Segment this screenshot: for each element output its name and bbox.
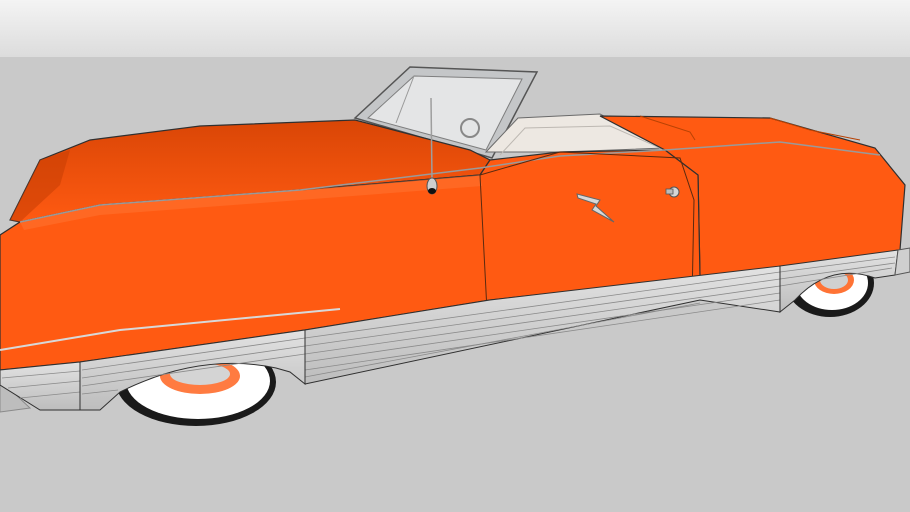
sky	[0, 0, 910, 57]
model-viewport[interactable]	[0, 0, 910, 512]
car-scene	[0, 0, 910, 512]
